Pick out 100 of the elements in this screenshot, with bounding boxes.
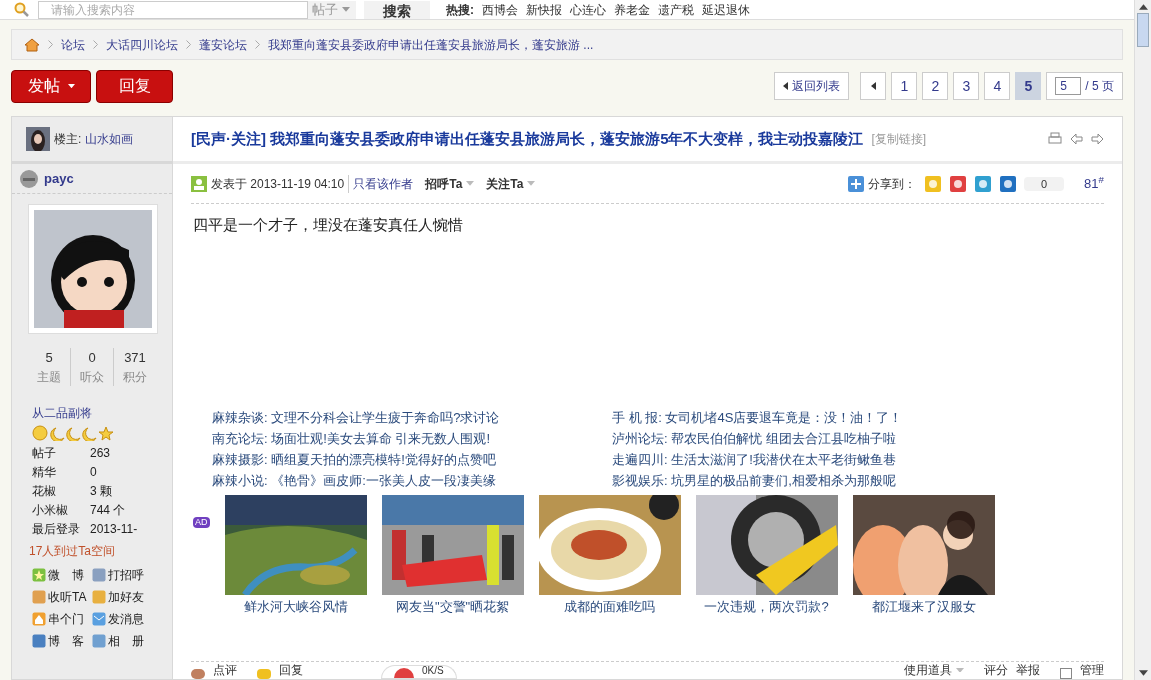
- plus-icon[interactable]: [848, 175, 865, 192]
- author-name[interactable]: payc: [44, 168, 74, 189]
- info-label: 最后登录: [32, 520, 81, 538]
- back-to-list-button[interactable]: 返回列表: [774, 72, 850, 100]
- share-icon[interactable]: [975, 175, 992, 192]
- info-value: 3 颗: [90, 482, 113, 500]
- reply-icon: [257, 669, 271, 679]
- manage-checkbox[interactable]: [1060, 668, 1072, 679]
- author-avatar[interactable]: [28, 204, 158, 334]
- profile-link[interactable]: 微 博: [32, 565, 92, 584]
- profile-link[interactable]: 相 册: [92, 631, 152, 650]
- arrow-right-icon[interactable]: [1091, 133, 1104, 145]
- hot-link[interactable]: 西博会: [482, 0, 518, 19]
- new-post-button[interactable]: 发帖: [11, 69, 91, 103]
- owner-label: 楼主:: [54, 131, 82, 148]
- only-author-link[interactable]: 只看该作者: [348, 174, 414, 193]
- prev-page-button[interactable]: [860, 72, 887, 100]
- stat-value: 0: [87, 349, 97, 367]
- greet-button[interactable]: 招呼Ta: [425, 174, 475, 193]
- home-icon[interactable]: [24, 37, 40, 52]
- hot-link[interactable]: 养老金: [614, 0, 650, 19]
- home-icon: [32, 611, 46, 626]
- picture-caption[interactable]: 一次违规，两次罚款?: [704, 596, 829, 616]
- share-label: 分享到：: [868, 175, 917, 193]
- profile-link[interactable]: 打招呼: [92, 565, 152, 584]
- reply-button[interactable]: 回复: [96, 69, 173, 103]
- triangle-left-icon: [783, 82, 789, 90]
- hot-link[interactable]: 遗产税: [658, 0, 694, 19]
- ad-link[interactable]: 麻辣小说: 《艳骨》画皮师:一张美人皮一段凄美缘: [212, 469, 612, 491]
- reply-link[interactable]: 回复: [279, 661, 303, 679]
- profile-link[interactable]: 串个门: [32, 609, 92, 628]
- share-icon[interactable]: [1000, 175, 1017, 192]
- ad-link[interactable]: 走遍四川: 生活太滋润了!我潜伏在太平老街鳅鱼巷: [612, 448, 1122, 470]
- scrollbar[interactable]: [1134, 0, 1151, 680]
- page-button[interactable]: 3: [953, 72, 980, 100]
- breadcrumb-link[interactable]: 论坛: [61, 35, 85, 54]
- ad-link[interactable]: 南充论坛: 场面壮观!美女去算命 引来无数人围观!: [212, 427, 612, 449]
- follow-button[interactable]: 关注Ta: [486, 174, 536, 193]
- caret-icon: [342, 7, 350, 12]
- hot-link[interactable]: 延迟退休: [702, 0, 750, 19]
- info-value: 0: [90, 463, 98, 481]
- ad-link[interactable]: 麻辣摄影: 晒组夏天拍的漂亮模特!觉得好的点赞吧: [212, 448, 612, 470]
- page-total: / 5 页: [1085, 78, 1114, 95]
- page-button[interactable]: 1: [891, 72, 918, 100]
- share-icon[interactable]: [950, 175, 967, 192]
- page-button[interactable]: 4: [984, 72, 1011, 100]
- picture-caption[interactable]: 鲜水河大峡谷风情: [243, 596, 348, 616]
- chevron-icon: [48, 40, 53, 49]
- stat-value: 371: [123, 349, 147, 367]
- profile-link[interactable]: 博 客: [32, 631, 92, 650]
- caret-icon: [956, 667, 964, 673]
- arrow-left-icon[interactable]: [1070, 133, 1083, 145]
- chevron-icon: [186, 40, 191, 49]
- hot-link[interactable]: 心连心: [570, 0, 606, 19]
- stat-label: 主题: [36, 368, 62, 386]
- scroll-down-icon[interactable]: [1138, 670, 1148, 676]
- ad-link[interactable]: 手 机 报: 女司机堵4S店要退车竟是：没！油！了！: [612, 406, 1122, 428]
- scroll-thumb[interactable]: [1137, 13, 1149, 47]
- chevron-icon: [255, 40, 260, 49]
- search-button[interactable]: 搜索: [364, 0, 430, 19]
- ad-link[interactable]: 麻辣杂谈: 文理不分科会让学生疲于奔命吗?求讨论: [212, 406, 612, 428]
- ad-link[interactable]: 泸州论坛: 帮农民伯伯解忧 组团去合江县吃柚子啦: [612, 427, 1122, 449]
- hot-link[interactable]: 新快报: [526, 0, 562, 19]
- star-icon: [32, 567, 46, 582]
- mail-icon: [92, 611, 106, 626]
- page-field[interactable]: 5: [1055, 77, 1082, 95]
- info-value: 263: [90, 444, 112, 462]
- caret-icon: [67, 83, 75, 89]
- tools-button[interactable]: 使用道具: [904, 661, 964, 679]
- ad-link[interactable]: 影视娱乐: 坑男星的极品前妻们,相爱相杀为那般呢: [612, 469, 1122, 491]
- profile-link[interactable]: 发消息: [92, 609, 152, 628]
- stat-label: 积分: [122, 368, 148, 386]
- rate-link[interactable]: 评分: [984, 661, 1008, 679]
- picture-caption[interactable]: 都江堰来了汉服女: [871, 596, 976, 616]
- share-count: 0: [1024, 176, 1065, 191]
- profile-link[interactable]: 收听TA: [32, 587, 92, 606]
- comment-link[interactable]: 点评: [213, 661, 237, 679]
- picture-caption[interactable]: 成都的面难吃吗: [564, 596, 655, 616]
- info-value: 2013-11-: [90, 520, 139, 538]
- report-link[interactable]: 举报: [1016, 661, 1040, 679]
- breadcrumb-link[interactable]: 我郑重向蓬安县委政府申请出任蓬安县旅游局长，蓬安旅游 ...: [268, 35, 594, 54]
- print-icon[interactable]: [1048, 132, 1062, 146]
- page-button[interactable]: 5: [1015, 72, 1042, 100]
- page-button[interactable]: 2: [922, 72, 949, 100]
- avatar-icon: [26, 127, 50, 151]
- profile-link[interactable]: 加好友: [92, 587, 152, 606]
- info-value: 744 个: [90, 501, 127, 519]
- picture-caption[interactable]: 网友当"交警"晒花絮: [395, 596, 510, 616]
- ad-badge: AD: [193, 516, 210, 528]
- thread-title: [民声·关注] 我郑重向蓬安县委政府申请出任蓬安县旅游局长，蓬安旅游5年不大变样，我主动投嘉陵江: [191, 128, 864, 149]
- search-field[interactable]: 请输入搜索内容: [38, 0, 308, 19]
- rank-link[interactable]: 从二品副将: [32, 403, 152, 422]
- breadcrumb-link[interactable]: 蓬安论坛: [199, 35, 247, 54]
- scroll-up-icon[interactable]: [1138, 4, 1148, 10]
- owner-link[interactable]: 山水如画: [85, 130, 134, 148]
- info-label: 花椒: [32, 482, 57, 500]
- breadcrumb-link[interactable]: 大话四川论坛: [106, 35, 178, 54]
- search-icon[interactable]: [14, 1, 30, 18]
- floor-number: 81$^{#}$: [1084, 173, 1104, 193]
- visitors-link[interactable]: 17人到过Ta空间: [29, 541, 155, 560]
